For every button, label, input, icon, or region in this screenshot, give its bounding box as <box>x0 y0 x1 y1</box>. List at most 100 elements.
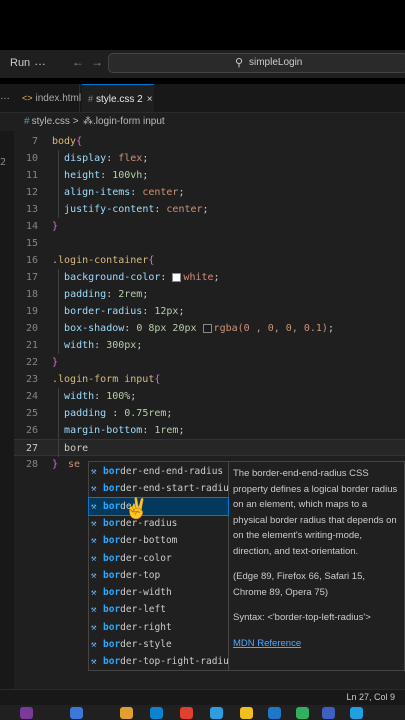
code-line[interactable]: 12 align-items: center; <box>14 184 405 201</box>
code-line[interactable]: 7 body{ <box>14 133 405 150</box>
color-swatch <box>202 323 212 333</box>
code-line[interactable]: 27 bore <box>14 439 405 457</box>
value-number: 100vh <box>112 170 143 181</box>
suggestion-item[interactable]: ⚒ border-end-start-radius <box>89 480 228 497</box>
suggestion-item[interactable]: ⚒ border-bottom <box>89 532 228 549</box>
back-arrow-icon[interactable]: ← <box>72 55 84 69</box>
suggestion-item[interactable]: ⚒ border-top-right-radius <box>89 653 228 670</box>
chrome-icon[interactable] <box>240 707 253 719</box>
code-line[interactable]: 22} <box>14 354 405 371</box>
value-number: 300px <box>106 340 137 351</box>
more-menu-icon[interactable]: … <box>34 54 47 68</box>
problem-count: 2 <box>0 157 7 168</box>
code-line[interactable]: 26 margin-bottom: 1rem; <box>14 422 405 439</box>
code-line[interactable]: 25 padding : 0.75rem; <box>14 405 405 422</box>
line-number: 17 <box>25 272 38 283</box>
code-line[interactable]: 19 border-radius: 12px; <box>14 303 405 320</box>
command-center-search[interactable]: ⚲ simpleLogin <box>108 53 405 73</box>
semicolon: ; <box>166 408 173 419</box>
suggestion-item[interactable]: ⚒ border-color <box>89 550 228 567</box>
css-property: padding <box>64 408 113 419</box>
css-property: padding <box>64 289 107 300</box>
symbol-icon: ⁂ <box>83 116 93 127</box>
code-line[interactable]: 23 .login-form input{ <box>14 371 405 388</box>
suggestion-text: de <box>120 552 132 564</box>
suggestion-text: de <box>120 535 132 547</box>
tab-label: style.css 2 <box>96 94 143 105</box>
breadcrumb-symbol[interactable]: ⁂.login-form input <box>83 113 165 131</box>
code-line[interactable]: 11 height: 100vh; <box>14 167 405 184</box>
css-property: align-items <box>64 187 131 198</box>
app-icon[interactable] <box>180 707 193 719</box>
value-keyword: white <box>183 272 214 283</box>
code-line[interactable]: 21 width: 300px; <box>14 337 405 354</box>
suggestion-item[interactable]: ⚒ border-top <box>89 567 228 584</box>
css-property: justify-content <box>64 204 155 215</box>
css-selector: body <box>52 136 77 147</box>
suggestion-item[interactable]: ⚒ border-radius <box>89 515 228 532</box>
suggestion-text: de <box>120 621 132 633</box>
css-property: height <box>64 170 101 181</box>
code-line[interactable]: 13 justify-content: center; <box>14 201 405 218</box>
mdn-reference-link[interactable]: MDN Reference <box>233 638 301 649</box>
line-number: 10 <box>25 153 38 164</box>
brace: { <box>76 136 83 147</box>
app-icon[interactable] <box>70 707 83 719</box>
app-icon[interactable] <box>20 707 33 719</box>
colon: : <box>142 425 155 436</box>
semicolon: ; <box>213 272 220 283</box>
semicolon: ; <box>142 170 149 181</box>
close-icon[interactable]: × <box>147 94 153 105</box>
property-icon: ⚒ <box>91 605 97 616</box>
line-number: 15 <box>25 238 38 249</box>
line-number: 12 <box>25 187 38 198</box>
line-number: 20 <box>25 323 38 334</box>
app-icon[interactable] <box>350 707 363 719</box>
vscode-icon[interactable] <box>268 707 281 719</box>
app-icon[interactable] <box>296 707 309 719</box>
suggestion-text: de <box>120 569 132 581</box>
suggestion-item[interactable]: ⚒ border-style <box>89 636 228 653</box>
code-line[interactable]: 14} <box>14 218 405 235</box>
editor-tab-bar: … <> index.html # style.css 2 × <box>0 84 405 113</box>
suggestion-item[interactable]: ⚒ border <box>88 496 229 516</box>
code-line[interactable]: 15 <box>14 235 405 252</box>
line-number: 26 <box>25 425 38 436</box>
suggestion-widget[interactable]: ⚒ border-end-end-radius ⚒ border-end-start-… <box>88 461 229 671</box>
suggestion-text: de <box>120 656 132 668</box>
brace: } <box>52 459 59 470</box>
code-text: } <box>52 354 58 371</box>
app-icon[interactable] <box>322 707 335 719</box>
code-line[interactable]: 17 background-color: white; <box>14 269 405 286</box>
code-text: padding : 0.75rem; <box>52 405 172 422</box>
cursor-position[interactable]: Ln 27, Col 9 <box>346 692 395 702</box>
css-property: width <box>64 391 95 402</box>
semicolon: ; <box>178 306 185 317</box>
value-number: 0.75rem <box>124 408 167 419</box>
css-file-icon: # <box>24 116 30 127</box>
code-line[interactable]: 20 box-shadow: 0 8px 20px rgba(0 , 0, 0,… <box>14 320 405 337</box>
screen-top-margin <box>0 0 405 50</box>
semicolon: ; <box>142 153 149 164</box>
code-line[interactable]: 10 display: flex; <box>14 150 405 167</box>
breadcrumb-file[interactable]: # style.css > <box>24 113 79 131</box>
property-icon: ⚒ <box>91 501 97 512</box>
browser-icon[interactable] <box>210 707 223 719</box>
code-line[interactable]: 16 .login-container{ <box>14 252 405 269</box>
code-line[interactable]: 24 width: 100%; <box>14 388 405 405</box>
app-icon[interactable] <box>150 707 163 719</box>
suggestion-item[interactable]: ⚒ border-width <box>89 584 228 601</box>
suggestion-item[interactable]: ⚒ border-right <box>89 619 228 636</box>
tab-label: index.html <box>35 93 82 104</box>
folder-icon[interactable] <box>120 707 133 719</box>
semicolon: ; <box>136 340 143 351</box>
code-line[interactable]: 18 padding: 2rem; <box>14 286 405 303</box>
property-icon: ⚒ <box>91 657 97 668</box>
suggestion-item[interactable]: ⚒ border-end-end-radius <box>89 463 228 480</box>
suggestion-text: de <box>120 587 132 599</box>
tab-style-css[interactable]: # style.css 2 × <box>82 84 154 112</box>
tab-index-html[interactable]: <> index.html <box>0 84 82 112</box>
run-menu[interactable]: Run <box>10 57 30 69</box>
forward-arrow-icon[interactable]: → <box>91 55 103 69</box>
suggestion-item[interactable]: ⚒ border-left <box>89 601 228 618</box>
